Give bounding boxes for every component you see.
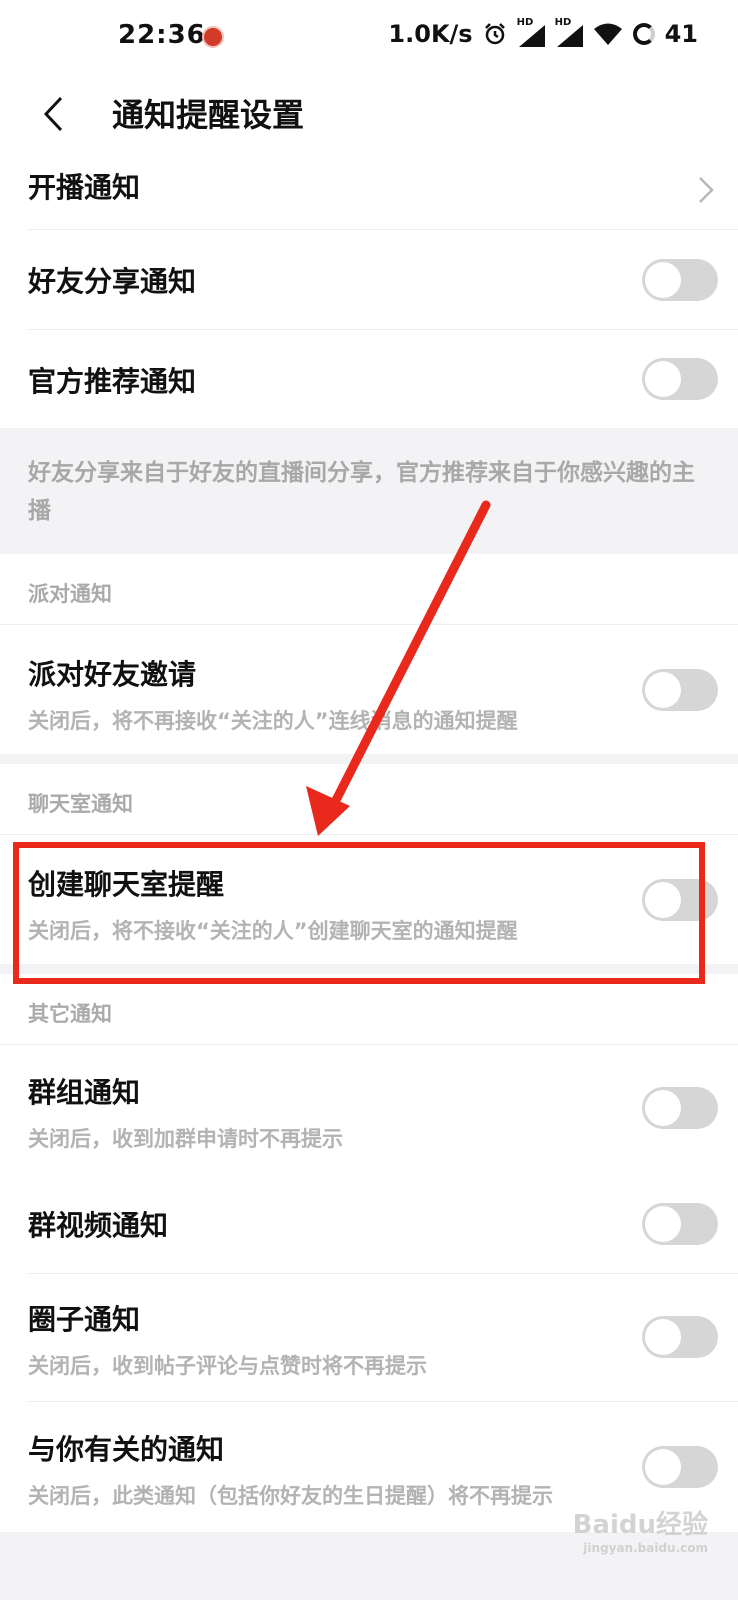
friend-share-toggle[interactable] [642,259,718,301]
row-label: 群组通知 [28,1076,141,1109]
row-label: 开播通知 [28,171,141,204]
nav-header: 通知提醒设置 [0,78,738,152]
chevron-right-icon [699,177,714,203]
back-button[interactable] [34,92,74,136]
circle-toggle[interactable] [642,1316,718,1358]
section-gap [0,754,738,764]
related-toggle[interactable] [642,1446,718,1488]
row-party-invite: 派对好友邀请 关闭后，将不再接收“关注的人”连线消息的通知提醒 [0,624,738,755]
chevron-left-icon [43,96,63,132]
row-official-recommend: 官方推荐通知 [0,330,738,428]
row-label: 圈子通知 [28,1303,141,1336]
section-chat: 聊天室通知 [0,764,738,834]
section-other: 其它通知 [0,974,738,1044]
official-recommend-toggle[interactable] [642,358,718,400]
row-label: 官方推荐通知 [28,365,197,398]
watermark-url: jingyan.baidu.com [583,1541,708,1555]
signal-icon: HD [517,17,545,47]
status-time: 22:36 [118,20,206,50]
row-label: 与你有关的通知 [28,1433,225,1466]
watermark-text: Baidu经验 [572,1510,708,1540]
annotation-highlight-box [13,842,705,984]
battery-level: 41 [664,20,698,48]
info-note: 好友分享来自于好友的直播间分享，官方推荐来自于你感兴趣的主播 [0,428,738,554]
row-sub: 关闭后，此类通知（包括你好友的生日提醒）将不再提示 [28,1484,553,1508]
row-label: 好友分享通知 [28,265,197,298]
network-speed: 1.0K/s [388,20,473,48]
battery-icon [632,23,655,45]
section-title: 聊天室通知 [28,792,133,816]
party-invite-toggle[interactable] [642,669,718,711]
signal-icon: HD [555,17,583,47]
section-title: 派对通知 [28,582,112,606]
row-friend-share: 好友分享通知 [0,230,738,330]
row-group: 群组通知 关闭后，收到加群申请时不再提示 [0,1044,738,1175]
section-title: 其它通知 [28,1002,112,1026]
status-bar: 22:36 1.0K/s HD HD 41 [0,0,738,78]
baidu-watermark: Baidu经验 jingyan.baidu.com [573,1504,708,1555]
row-label: 群视频通知 [28,1209,169,1242]
row-sub: 关闭后，收到帖子评论与点赞时将不再提示 [28,1354,427,1378]
row-circle: 圈子通知 关闭后，收到帖子评论与点赞时将不再提示 [0,1274,738,1402]
row-live-notification[interactable]: 开播通知 [0,152,738,230]
row-sub: 关闭后，收到加群申请时不再提示 [28,1127,343,1151]
app-notification-icon [202,26,224,48]
wifi-icon [593,23,622,45]
row-label: 派对好友邀请 [28,658,197,691]
info-note-text: 好友分享来自于好友的直播间分享，官方推荐来自于你感兴趣的主播 [28,460,695,524]
status-right: 1.0K/s HD HD 41 [388,17,698,48]
row-sub: 关闭后，将不再接收“关注的人”连线消息的通知提醒 [28,709,518,733]
row-group-video: 群视频通知 [0,1174,738,1274]
group-video-toggle[interactable] [642,1203,718,1245]
section-party: 派对通知 [0,554,738,624]
group-toggle[interactable] [642,1087,718,1129]
alarm-icon [484,23,505,45]
page-title: 通知提醒设置 [112,96,305,134]
